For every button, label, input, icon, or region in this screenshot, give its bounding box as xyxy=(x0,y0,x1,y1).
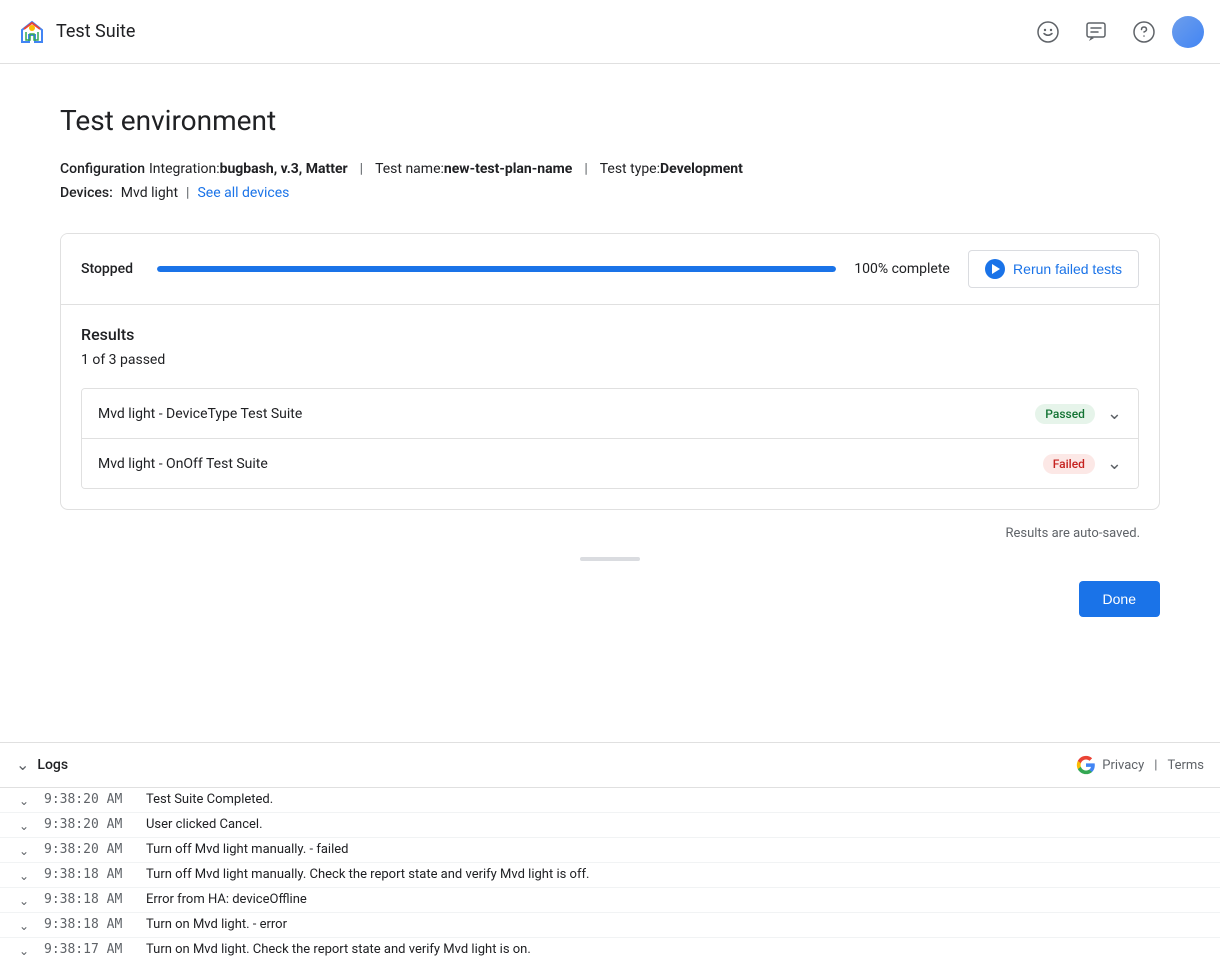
progress-track xyxy=(157,266,836,272)
chat-button[interactable] xyxy=(1076,12,1116,52)
feedback-icon xyxy=(1036,20,1060,44)
log-entry: ⌄ 9:38:18 AM Turn off Mvd light manually… xyxy=(0,863,1220,888)
drag-handle[interactable] xyxy=(580,557,640,561)
progress-percent: 100% complete xyxy=(852,261,952,277)
logs-title: Logs xyxy=(37,757,68,773)
config-sep-1: | xyxy=(360,161,363,177)
app-logo[interactable]: Test Suite xyxy=(16,16,135,48)
header-actions xyxy=(1028,12,1204,52)
logs-panel: ⌄ Logs Privacy | Terms ⌄ 9:38:20 AM Test… xyxy=(0,742,1220,962)
done-area: Done xyxy=(60,569,1160,637)
devices-label: Devices: xyxy=(60,185,113,201)
test-row[interactable]: Mvd light - OnOff Test Suite Failed ⌄ xyxy=(82,439,1138,488)
config-label: Configuration xyxy=(60,161,145,177)
progress-bar-row: Stopped 100% complete Rerun failed tests xyxy=(61,234,1159,304)
log-entry: ⌄ 9:38:20 AM Turn off Mvd light manually… xyxy=(0,838,1220,863)
status-badge-passed: Passed xyxy=(1035,404,1095,424)
config-row: Configuration Integration: bugbash, v.3,… xyxy=(60,161,1160,177)
test-name-label: Test name: xyxy=(375,161,444,177)
avatar[interactable] xyxy=(1172,16,1204,48)
log-message: Turn on Mvd light. - error xyxy=(146,917,1204,932)
test-name-value: new-test-plan-name xyxy=(444,161,572,177)
log-expand-button[interactable]: ⌄ xyxy=(16,892,32,908)
results-summary: 1 of 3 passed xyxy=(81,352,1139,368)
logo-icon xyxy=(16,16,48,48)
footer-sep: | xyxy=(1154,758,1157,773)
rerun-failed-tests-button[interactable]: Rerun failed tests xyxy=(968,250,1139,288)
chevron-down-icon-1: ⌄ xyxy=(1107,403,1122,424)
log-time: 9:38:20 AM xyxy=(44,817,134,832)
results-title: Results xyxy=(81,325,1139,344)
log-expand-button[interactable]: ⌄ xyxy=(16,867,32,883)
google-logo-icon xyxy=(1076,755,1096,775)
log-message: Turn on Mvd light. Check the report stat… xyxy=(146,942,1204,957)
devices-sep: | xyxy=(186,185,189,201)
log-entry: ⌄ 9:38:18 AM Error from HA: deviceOfflin… xyxy=(0,888,1220,913)
chat-icon xyxy=(1084,20,1108,44)
divider-section xyxy=(60,549,1160,569)
logs-right: Privacy | Terms xyxy=(1076,755,1204,775)
log-entries: ⌄ 9:38:20 AM Test Suite Completed. ⌄ 9:3… xyxy=(0,788,1220,962)
page-title: Test environment xyxy=(60,104,1160,137)
chevron-down-icon-2: ⌄ xyxy=(1107,453,1122,474)
log-entry: ⌄ 9:38:17 AM Turn on Mvd light. Check th… xyxy=(0,938,1220,962)
log-expand-button[interactable]: ⌄ xyxy=(16,842,32,858)
logs-left: ⌄ Logs xyxy=(16,755,68,775)
log-expand-button[interactable]: ⌄ xyxy=(16,917,32,933)
log-entry: ⌄ 9:38:18 AM Turn on Mvd light. - error xyxy=(0,913,1220,938)
progress-card: Stopped 100% complete Rerun failed tests… xyxy=(60,233,1160,510)
integration-label: Integration: xyxy=(149,161,220,177)
progress-fill xyxy=(157,266,836,272)
rerun-label: Rerun failed tests xyxy=(1013,261,1122,277)
test-type-label: Test type: xyxy=(600,161,660,177)
log-message: Error from HA: deviceOffline xyxy=(146,892,1204,907)
config-sep-2: | xyxy=(584,161,587,177)
see-all-devices-link[interactable]: See all devices xyxy=(197,185,289,201)
test-list: Mvd light - DeviceType Test Suite Passed… xyxy=(81,388,1139,489)
log-time: 9:38:17 AM xyxy=(44,942,134,957)
status-badge-failed: Failed xyxy=(1043,454,1095,474)
test-name-1: Mvd light - DeviceType Test Suite xyxy=(98,406,1035,422)
feedback-button[interactable] xyxy=(1028,12,1068,52)
test-name-2: Mvd light - OnOff Test Suite xyxy=(98,456,1043,472)
done-button[interactable]: Done xyxy=(1079,581,1160,617)
log-time: 9:38:18 AM xyxy=(44,917,134,932)
app-header: Test Suite xyxy=(0,0,1220,64)
logs-toggle-button[interactable]: ⌄ xyxy=(16,755,29,775)
log-message: Turn off Mvd light manually. - failed xyxy=(146,842,1204,857)
privacy-link[interactable]: Privacy xyxy=(1102,758,1144,773)
test-row[interactable]: Mvd light - DeviceType Test Suite Passed… xyxy=(82,389,1138,439)
log-expand-button[interactable]: ⌄ xyxy=(16,792,32,808)
log-expand-button[interactable]: ⌄ xyxy=(16,942,32,958)
app-name: Test Suite xyxy=(56,21,135,42)
results-section: Results 1 of 3 passed Mvd light - Device… xyxy=(61,304,1159,489)
play-triangle xyxy=(992,264,1000,274)
log-time: 9:38:20 AM xyxy=(44,842,134,857)
progress-status: Stopped xyxy=(81,261,141,277)
auto-saved-text: Results are auto-saved. xyxy=(60,518,1160,549)
log-time: 9:38:20 AM xyxy=(44,792,134,807)
test-type-value: Development xyxy=(660,161,743,177)
log-time: 9:38:18 AM xyxy=(44,867,134,882)
devices-row: Devices: Mvd light | See all devices xyxy=(60,185,1160,201)
log-time: 9:38:18 AM xyxy=(44,892,134,907)
terms-link[interactable]: Terms xyxy=(1167,758,1204,773)
log-entry: ⌄ 9:38:20 AM User clicked Cancel. xyxy=(0,813,1220,838)
log-message: Test Suite Completed. xyxy=(146,792,1204,807)
play-icon xyxy=(985,259,1005,279)
log-message: User clicked Cancel. xyxy=(146,817,1204,832)
logs-header: ⌄ Logs Privacy | Terms xyxy=(0,743,1220,788)
help-icon xyxy=(1132,20,1156,44)
help-button[interactable] xyxy=(1124,12,1164,52)
integration-value: bugbash, v.3, Matter xyxy=(220,161,348,177)
log-expand-button[interactable]: ⌄ xyxy=(16,817,32,833)
main-content: Test environment Configuration Integrati… xyxy=(0,64,1220,742)
devices-value: Mvd light xyxy=(121,185,178,201)
log-message: Turn off Mvd light manually. Check the r… xyxy=(146,867,1204,882)
log-entry: ⌄ 9:38:20 AM Test Suite Completed. xyxy=(0,788,1220,813)
